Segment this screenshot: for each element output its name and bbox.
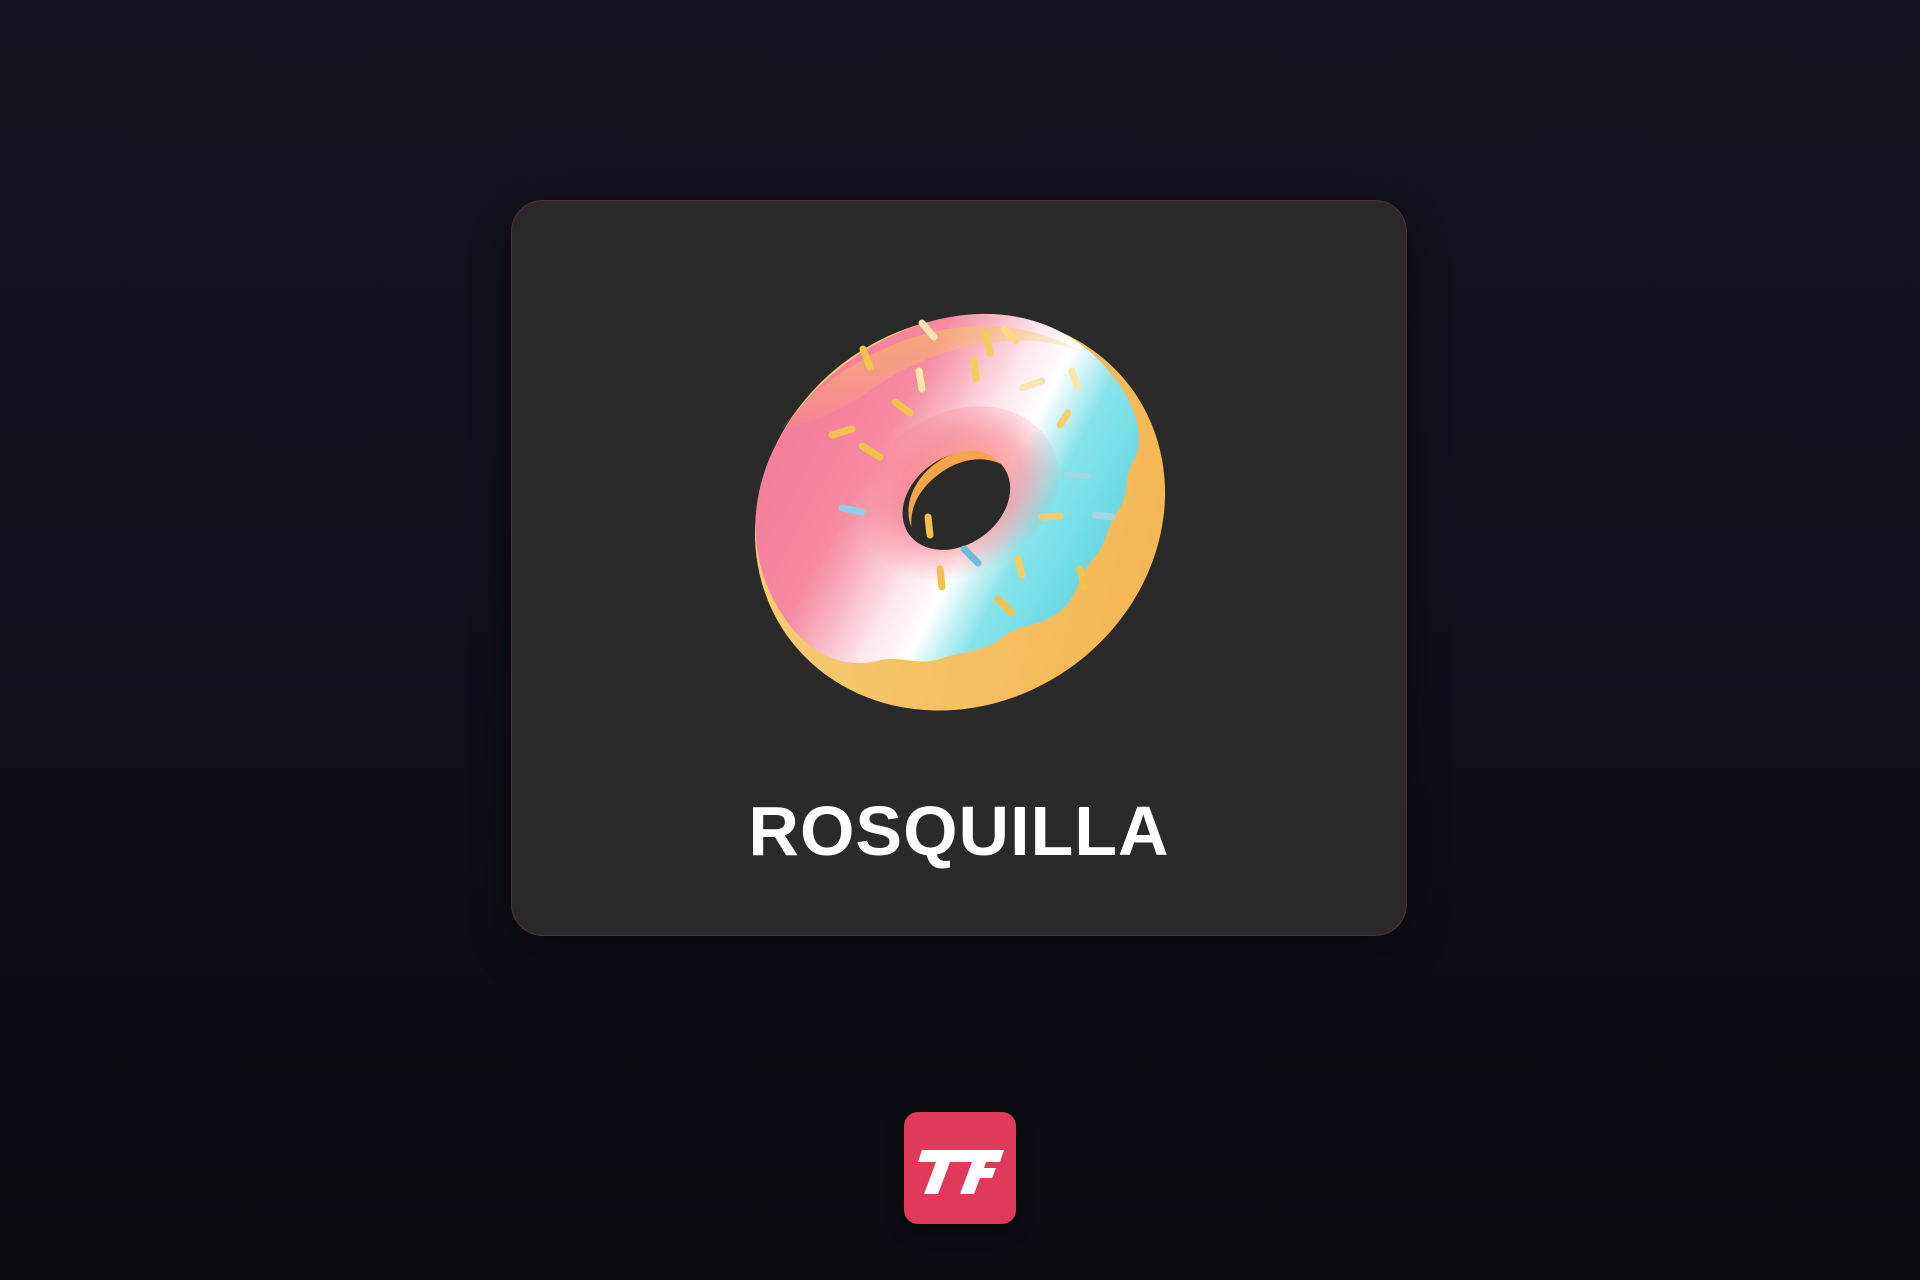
item-title: ROSQUILLA (748, 792, 1170, 870)
item-card[interactable]: ROSQUILLA (511, 200, 1407, 936)
donut-icon (742, 301, 1178, 725)
brand-logo-icon[interactable] (904, 1112, 1016, 1224)
